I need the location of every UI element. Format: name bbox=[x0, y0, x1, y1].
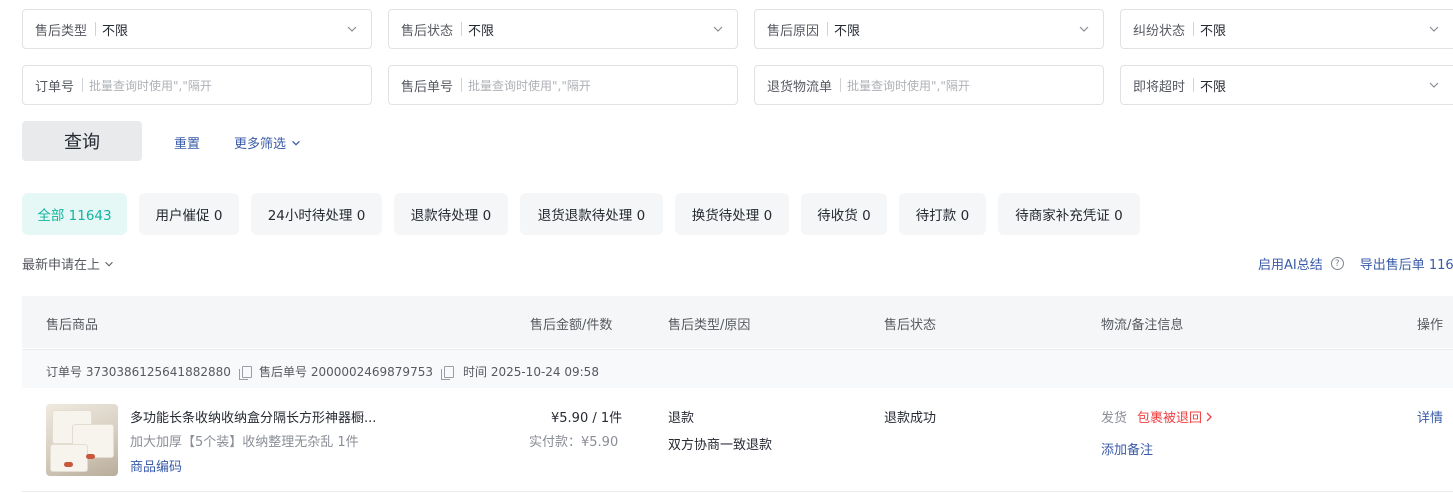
after-sale-reason-select[interactable]: 售后原因 不限 bbox=[754, 9, 1104, 49]
after-sale-no-placeholder: 批量查询时使用","隔开 bbox=[468, 78, 591, 93]
thumbnail-shape bbox=[64, 462, 73, 467]
divider bbox=[1193, 22, 1195, 36]
order-no-placeholder: 批量查询时使用","隔开 bbox=[89, 78, 212, 93]
chevron-down-icon bbox=[1429, 82, 1439, 88]
after-sale-number-text: 售后单号 2000002469879753 bbox=[259, 365, 433, 379]
about-to-timeout-label: 即将超时 bbox=[1133, 79, 1186, 95]
tab-all[interactable]: 全部 11643 bbox=[22, 193, 127, 235]
package-returned-link[interactable]: 包裹被退回 bbox=[1137, 407, 1214, 426]
chevron-down-icon bbox=[713, 26, 723, 32]
tab-awaiting-merchant-proof[interactable]: 待商家补充凭证 0 bbox=[998, 193, 1140, 235]
dispute-status-select[interactable]: 纠纷状态 不限 bbox=[1120, 9, 1453, 49]
order-no-label: 订单号 bbox=[35, 79, 75, 95]
sort-label: 最新申请在上 bbox=[22, 258, 101, 273]
table-header: 售后商品 售后金额/件数 售后类型/原因 售后状态 物流/备注信息 操作 bbox=[22, 296, 1453, 348]
dispute-status-value: 不限 bbox=[1200, 23, 1227, 39]
tab-refund-pending[interactable]: 退款待处理 0 bbox=[394, 193, 508, 235]
order-number-text: 订单号 3730386125641882880 bbox=[46, 365, 231, 379]
column-header: 操作 bbox=[1417, 318, 1444, 333]
after-sale-reason: 双方协商一致退款 bbox=[668, 438, 773, 453]
divider bbox=[827, 22, 829, 36]
details-link[interactable]: 详情 bbox=[1417, 407, 1443, 426]
export-link[interactable]: 导出售后单 116 bbox=[1360, 254, 1453, 273]
amount-quantity: ¥5.90 / 1件 bbox=[551, 411, 623, 426]
chevron-down-icon bbox=[105, 261, 113, 266]
after-sale-type-value: 不限 bbox=[102, 23, 129, 39]
apply-time: 时间 2025-10-24 09:58 bbox=[463, 365, 599, 379]
tab-user-urge[interactable]: 用户催促 0 bbox=[139, 193, 239, 235]
logistics-label: 发货 bbox=[1101, 411, 1128, 426]
add-note-link[interactable]: 添加备注 bbox=[1101, 439, 1153, 458]
tab-24h-pending[interactable]: 24小时待处理 0 bbox=[251, 193, 382, 235]
after-sale-type-select[interactable]: 售后类型 不限 bbox=[22, 9, 372, 49]
after-sale-reason-label: 售后原因 bbox=[767, 23, 820, 39]
help-icon[interactable]: ? bbox=[1330, 257, 1344, 270]
after-sale-number: 售后单号 2000002469879753 bbox=[259, 363, 454, 380]
after-sale-no-input[interactable]: 售后单号 批量查询时使用","隔开 bbox=[388, 65, 738, 105]
product-spec: 加大加厚【5个装】收纳整理无杂乱 1件 bbox=[130, 435, 359, 450]
order-no-input[interactable]: 订单号 批量查询时使用","隔开 bbox=[22, 65, 372, 105]
after-sale-status: 退款成功 bbox=[884, 411, 937, 426]
after-sale-reason-value: 不限 bbox=[834, 23, 861, 39]
product-code-link[interactable]: 商品编码 bbox=[130, 456, 182, 475]
divider bbox=[82, 78, 84, 92]
after-sale-type: 退款 bbox=[668, 411, 695, 426]
after-sale-status-label: 售后状态 bbox=[401, 23, 454, 39]
about-to-timeout-value: 不限 bbox=[1200, 79, 1227, 95]
column-header: 售后金额/件数 bbox=[530, 318, 613, 333]
column-header: 售后状态 bbox=[884, 318, 937, 333]
return-logistics-no-label: 退货物流单 bbox=[767, 79, 833, 95]
chevron-down-icon bbox=[1079, 26, 1089, 32]
column-header: 售后类型/原因 bbox=[668, 318, 751, 333]
tab-awaiting-payment[interactable]: 待打款 0 bbox=[899, 193, 986, 235]
sort-dropdown[interactable]: 最新申请在上 bbox=[22, 254, 115, 273]
more-filters-label: 更多筛选 bbox=[234, 137, 287, 152]
divider bbox=[461, 78, 463, 92]
after-sale-no-label: 售后单号 bbox=[401, 79, 454, 95]
product-thumbnail[interactable] bbox=[46, 404, 118, 476]
order-info-bar: 订单号 3730386125641882880 售后单号 20000024698… bbox=[22, 349, 1453, 388]
return-logistics-no-placeholder: 批量查询时使用","隔开 bbox=[847, 78, 970, 93]
tab-exchange-pending[interactable]: 换货待处理 0 bbox=[675, 193, 789, 235]
order-number: 订单号 3730386125641882880 bbox=[46, 363, 252, 380]
column-header: 售后商品 bbox=[46, 318, 99, 333]
package-returned-text: 包裹被退回 bbox=[1137, 411, 1203, 426]
dispute-status-label: 纠纷状态 bbox=[1133, 23, 1186, 39]
after-sale-status-value: 不限 bbox=[468, 23, 495, 39]
divider bbox=[95, 22, 97, 36]
divider bbox=[1193, 78, 1195, 92]
ai-summary-link[interactable]: 启用AI总结 bbox=[1258, 254, 1323, 273]
return-logistics-no-input[interactable]: 退货物流单 批量查询时使用","隔开 bbox=[754, 65, 1104, 105]
about-to-timeout-select[interactable]: 即将超时 不限 bbox=[1120, 65, 1453, 105]
top-right-actions: 启用AI总结 ? 导出售后单 116 bbox=[1258, 254, 1453, 273]
after-sale-status-select[interactable]: 售后状态 不限 bbox=[388, 9, 738, 49]
tab-return-refund-pending[interactable]: 退货退款待处理 0 bbox=[520, 193, 663, 235]
chevron-right-icon bbox=[1206, 412, 1212, 421]
chevron-down-icon bbox=[347, 26, 357, 32]
tab-awaiting-receipt[interactable]: 待收货 0 bbox=[801, 193, 887, 235]
thumbnail-shape bbox=[86, 454, 95, 459]
chevron-down-icon bbox=[1429, 26, 1439, 32]
chevron-down-icon bbox=[292, 140, 300, 146]
more-filters-button[interactable]: 更多筛选 bbox=[234, 133, 302, 152]
copy-icon[interactable] bbox=[440, 365, 454, 380]
product-title[interactable]: 多功能长条收纳收纳盒分隔长方形神器橱... bbox=[130, 407, 376, 426]
paid-amount: 实付款：¥5.90 bbox=[529, 435, 619, 450]
row-divider bbox=[22, 491, 1453, 492]
column-header: 物流/备注信息 bbox=[1101, 318, 1184, 333]
copy-icon[interactable] bbox=[238, 365, 252, 380]
reset-button[interactable]: 重置 bbox=[174, 133, 200, 152]
query-button[interactable]: 查询 bbox=[22, 121, 142, 161]
divider bbox=[840, 78, 842, 92]
divider bbox=[461, 22, 463, 36]
after-sale-type-label: 售后类型 bbox=[35, 23, 88, 39]
thumbnail-shape bbox=[50, 444, 88, 472]
